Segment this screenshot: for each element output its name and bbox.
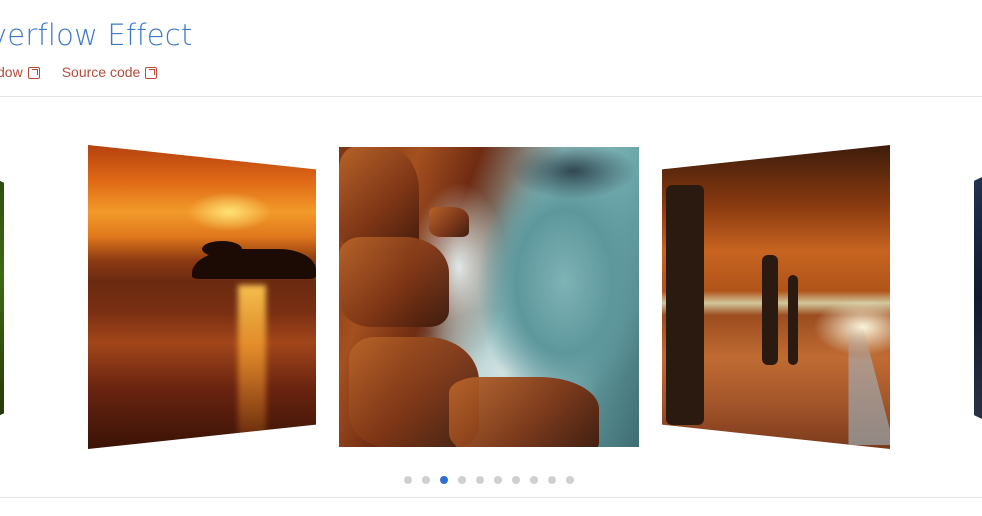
external-link-icon [145,67,158,79]
island-silhouette [192,241,316,279]
external-link-icon [27,67,40,79]
source-code-link-label: Source code [61,64,141,80]
slide-rocky-coast-active[interactable] [339,147,639,447]
pagination-dot-10[interactable] [566,476,574,484]
pagination-dot-3[interactable] [440,476,448,484]
pagination-dots [404,476,574,484]
pagination-dot-9[interactable] [548,476,556,484]
tree-trunk [762,255,778,365]
pagination-dot-7[interactable] [512,476,520,484]
header-links: w window Source code [0,64,158,80]
slide-far-right[interactable] [974,176,982,420]
pagination-dot-5[interactable] [476,476,484,484]
rock [429,207,469,237]
new-window-link-label: w window [0,64,23,80]
tree-trunk [666,185,704,425]
slide-sunset-lake[interactable] [88,145,316,449]
park-path [848,325,890,445]
pagination-dot-6[interactable] [494,476,502,484]
coverflow-demo-page: overflow Effect w window Source code [0,0,982,516]
pagination-dot-8[interactable] [530,476,538,484]
pagination-dot-2[interactable] [422,476,430,484]
slide-far-left[interactable] [0,178,4,418]
sun-reflection [238,285,266,435]
rock [339,237,449,327]
footer-divider [0,497,982,498]
header-divider [0,96,982,97]
tree-trunk [788,275,798,365]
page-title: overflow Effect [0,18,193,52]
slide-autumn-trees[interactable] [662,145,890,449]
source-code-link[interactable]: Source code [62,64,158,80]
pagination-dot-4[interactable] [458,476,466,484]
new-window-link[interactable]: w window [0,64,40,80]
rock [449,377,599,447]
pagination-dot-1[interactable] [404,476,412,484]
